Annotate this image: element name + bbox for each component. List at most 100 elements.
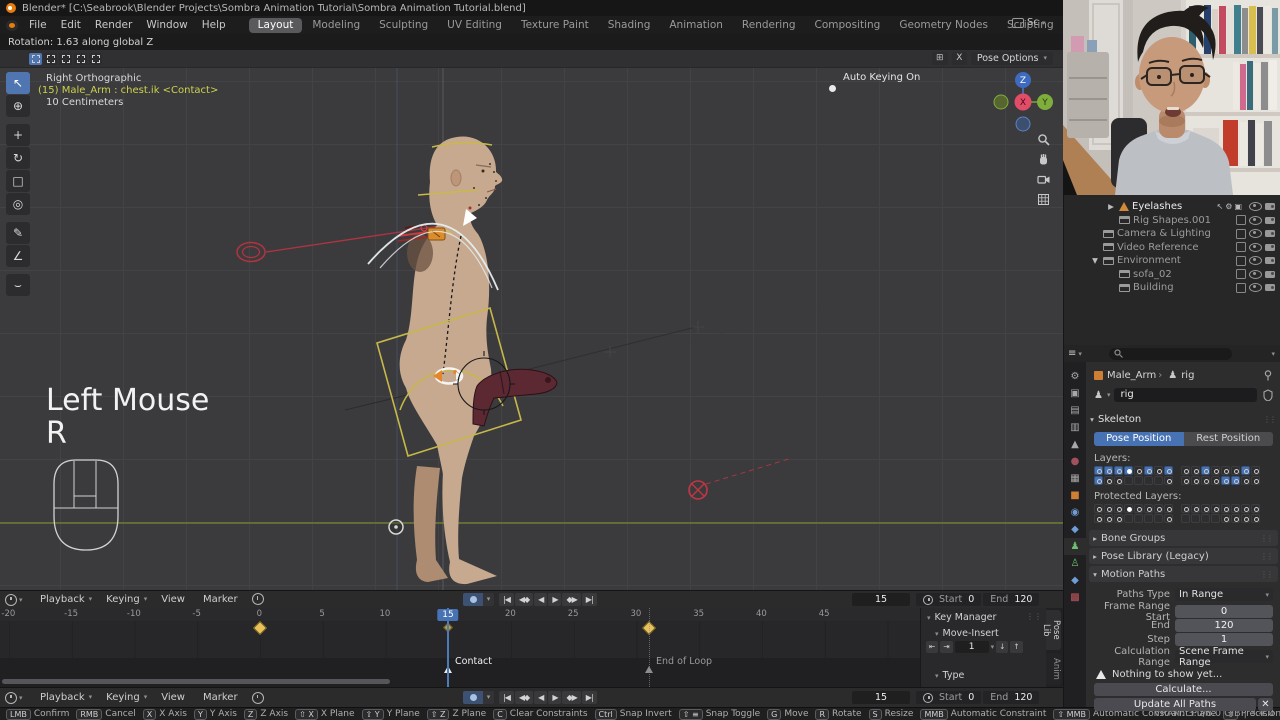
bone-layer-toggle[interactable]: [1201, 514, 1210, 523]
bone-layer-toggle[interactable]: [1104, 466, 1113, 475]
bone-layer-toggle[interactable]: [1221, 466, 1230, 475]
select-mode-box-button[interactable]: [44, 52, 57, 65]
bone-layer-toggle[interactable]: [1191, 504, 1200, 513]
bone-layer-toggle[interactable]: [1094, 466, 1103, 475]
timeline-menu[interactable]: Marker: [197, 593, 248, 606]
chevron-down-icon[interactable]: ▾: [991, 643, 995, 651]
selectability-checkbox[interactable]: [1236, 242, 1246, 253]
workspace-tab[interactable]: Compositing: [806, 18, 890, 33]
properties-tab-tool[interactable]: ⚙: [1064, 368, 1086, 385]
hide-eye-icon[interactable]: [1249, 229, 1262, 239]
render-camera-icon[interactable]: [1265, 243, 1275, 251]
render-camera-icon[interactable]: [1265, 230, 1275, 238]
bone-layer-toggle[interactable]: [1164, 466, 1173, 475]
outliner-item[interactable]: Camera & Lighting: [1064, 227, 1280, 241]
workspace-tab[interactable]: Layout: [248, 17, 303, 33]
camera-view-icon[interactable]: [1034, 170, 1052, 188]
select-mode-lasso-button[interactable]: [74, 52, 87, 65]
bone-layer-toggle[interactable]: [1211, 466, 1220, 475]
hide-eye-icon[interactable]: [1249, 242, 1262, 252]
bone-layer-toggle[interactable]: [1134, 514, 1143, 523]
pose-options-dropdown[interactable]: Pose Options ▾: [970, 52, 1053, 65]
timeline-marker[interactable]: [645, 666, 653, 673]
properties-tab-texture[interactable]: ▩: [1064, 589, 1086, 606]
tool-measure[interactable]: ∠: [6, 245, 30, 267]
ik-control-circle-inner[interactable]: [241, 245, 261, 259]
tool-pose-breakdowner[interactable]: ⌣: [6, 274, 30, 296]
outliner-item[interactable]: Rig Shapes.001: [1064, 214, 1280, 228]
select-mode-circle-button[interactable]: [59, 52, 72, 65]
timeline-menu[interactable]: Keying ▾: [100, 593, 153, 606]
panel-motion-paths[interactable]: ▾ Motion Paths ⋮⋮: [1089, 566, 1278, 582]
bone-layer-toggle[interactable]: [1134, 504, 1143, 513]
frame-start-field[interactable]: Start 0: [916, 691, 982, 704]
timeline-menu[interactable]: Marker: [197, 691, 248, 704]
expand-caret-icon[interactable]: ▶: [1106, 202, 1116, 211]
pose-position-button[interactable]: Pose Position: [1094, 432, 1184, 446]
bone-layer-toggle[interactable]: [1251, 514, 1260, 523]
timeline-menu[interactable]: View: [155, 593, 195, 606]
outliner-item[interactable]: ▼ Environment: [1064, 254, 1280, 268]
bone-layer-toggle[interactable]: [1154, 466, 1163, 475]
menu-item[interactable]: Window: [139, 18, 194, 32]
panel-drag-dots-icon[interactable]: ⋮⋮: [1263, 415, 1277, 424]
pin-icon[interactable]: [1263, 369, 1273, 381]
outliner-item[interactable]: Building: [1064, 281, 1280, 295]
panel-drag-dots-icon[interactable]: ⋮⋮: [1026, 612, 1042, 621]
workspace-tab[interactable]: Sculpting: [370, 18, 437, 33]
bone-layer-toggle[interactable]: [1114, 504, 1123, 513]
bone-layer-toggle[interactable]: [1144, 466, 1153, 475]
bone-layer-toggle[interactable]: [1251, 504, 1260, 513]
current-frame-field[interactable]: 15: [852, 691, 910, 704]
editor-type-button[interactable]: ▾: [3, 593, 29, 606]
chevron-down-icon[interactable]: ▾: [1271, 350, 1275, 358]
viewport-3d[interactable]: ↖ ⊕ + ↻ □ ◎ ✎ ∠ ⌣ Right Orthographic (15…: [0, 68, 1063, 590]
render-camera-icon[interactable]: [1265, 216, 1275, 224]
scene-selector[interactable]: Sc ▾: [1012, 17, 1045, 28]
properties-tab-collection[interactable]: ▦: [1064, 470, 1086, 487]
tool-move[interactable]: +: [6, 124, 30, 146]
properties-tab-bone-constraints[interactable]: ◆: [1064, 572, 1086, 589]
bone-layer-toggle[interactable]: [1231, 504, 1240, 513]
tab-anim[interactable]: Anim: [1046, 653, 1061, 685]
navigation-gizmo[interactable]: Z Y X: [985, 70, 1061, 136]
transport-button[interactable]: ▶|: [581, 593, 597, 606]
search-input[interactable]: [1108, 347, 1232, 360]
frame-end-field[interactable]: End 120: [983, 593, 1040, 606]
pan-hand-icon[interactable]: [1034, 150, 1052, 168]
properties-tab-bone[interactable]: ♙: [1064, 555, 1086, 572]
timeline-menu[interactable]: Playback ▾: [34, 691, 98, 704]
menu-item[interactable]: Help: [195, 18, 233, 32]
hide-eye-icon[interactable]: [1249, 269, 1262, 279]
bone-layer-toggle[interactable]: [1241, 514, 1250, 523]
bone-layer-toggle[interactable]: [1241, 476, 1250, 485]
calculation-range-dropdown[interactable]: Scene Frame Range ▾: [1175, 646, 1273, 668]
hide-eye-icon[interactable]: [1249, 215, 1262, 225]
datablock-name-field[interactable]: rig: [1114, 388, 1257, 402]
outliner-item[interactable]: sofa_02: [1064, 268, 1280, 282]
bone-layer-toggle[interactable]: [1094, 514, 1103, 523]
bone-layer-toggle[interactable]: [1154, 514, 1163, 523]
auto-keying-record-button[interactable]: [463, 691, 483, 704]
editor-type-button[interactable]: ≡ ▾: [1068, 348, 1082, 359]
panel-pose-library[interactable]: ▸ Pose Library (Legacy) ⋮⋮: [1089, 548, 1278, 564]
render-camera-icon[interactable]: [1265, 203, 1275, 211]
jump-prev-key-button[interactable]: ⇤: [926, 641, 939, 653]
bone-layer-toggle[interactable]: [1191, 514, 1200, 523]
key-download-button[interactable]: ↓: [996, 641, 1009, 653]
ik-control-circle[interactable]: [236, 241, 266, 263]
rest-position-button[interactable]: Rest Position: [1183, 432, 1273, 446]
bone-layer-toggle[interactable]: [1104, 476, 1113, 485]
blender-menu-icon[interactable]: [6, 19, 18, 31]
bone-layer-toggle[interactable]: [1221, 504, 1230, 513]
editor-type-button[interactable]: ▾: [3, 691, 29, 704]
workspace-tab[interactable]: Texture Paint: [512, 18, 598, 33]
selectability-checkbox[interactable]: [1236, 282, 1246, 293]
shield-fake-user-icon[interactable]: [1263, 389, 1273, 401]
bone-layer-toggle[interactable]: [1181, 504, 1190, 513]
transport-button[interactable]: ◀: [534, 691, 548, 704]
menu-item[interactable]: Edit: [54, 18, 88, 32]
jump-next-key-button[interactable]: ⇥: [940, 641, 953, 653]
transform-orientation-x-button[interactable]: X: [951, 52, 967, 65]
bone-layer-toggle[interactable]: [1144, 504, 1153, 513]
